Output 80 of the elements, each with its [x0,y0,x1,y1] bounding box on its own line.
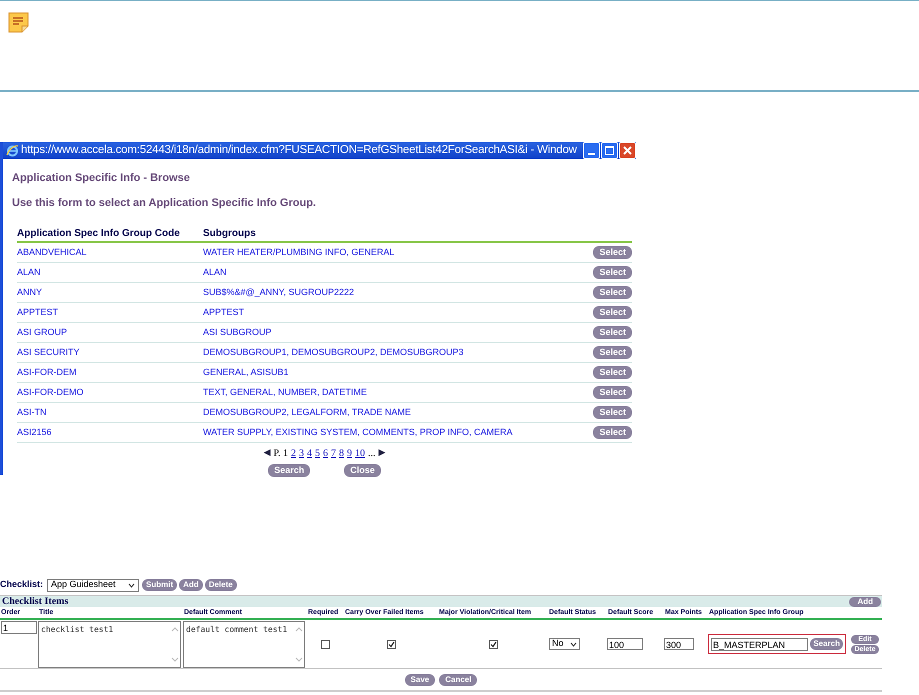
code-link[interactable]: APPTEST [17,306,203,320]
current-page: P. 1 [274,447,288,462]
window-title: https://www.accela.com:52443/i18n/admin/index.cfm?FUSEACTION=RefGSheetList42ForSearchASI&i - Window [21,143,578,158]
select-button[interactable]: Select [593,286,632,300]
checkbox[interactable] [488,640,498,648]
browser-icon [6,144,19,158]
comment-textarea[interactable]: default comment test1 [183,621,305,668]
subgroups-link[interactable]: WATER SUPPLY, EXISTING SYSTEM, COMMENTS, PROP INFO, CAMERA [203,426,594,440]
select-button[interactable]: Select [593,266,632,280]
column-header: Subgroups [203,227,256,242]
next-page-arrow[interactable]: ▶ [378,447,386,460]
code-link[interactable]: ASI-FOR-DEMO [17,386,203,400]
select-button[interactable]: Select [593,346,632,360]
save-button[interactable]: Save [404,674,436,686]
chevron-icon [128,582,136,588]
select-button[interactable]: Select [593,426,632,440]
search-button[interactable]: Search [810,638,843,650]
code-link[interactable]: ANNY [17,286,203,300]
code-link[interactable]: ASI GROUP [17,326,203,340]
ellipsis-text: ... [368,447,376,462]
chevron-icon [570,642,577,646]
page-link[interactable]: 8 [338,446,344,462]
minimize-button[interactable] [583,142,600,160]
add-button[interactable]: Add [179,579,203,591]
select-button[interactable]: Select [593,246,632,260]
subgroups-link[interactable]: ASI SUBGROUP [203,326,594,340]
note-icon [8,12,29,33]
code-link[interactable]: ASI-FOR-DEM [17,366,203,380]
code-link[interactable]: ASI SECURITY [17,346,203,360]
page-link[interactable]: 4 [306,446,312,462]
page-link[interactable]: 7 [330,446,336,462]
score-field[interactable]: 100 [607,638,643,650]
code-link[interactable]: ABANDVEHICAL [17,246,203,260]
max-points-field[interactable]: 300 [664,638,694,650]
column-header: Application Spec Info Group Code [17,227,181,242]
title-textarea[interactable]: checklist test1 [38,621,181,668]
code-link[interactable]: ASI2156 [17,426,203,440]
select-button[interactable]: Select [593,406,632,420]
subgroups-link[interactable]: WATER HEATER/PLUMBING INFO, GENERAL [203,246,594,260]
add-button[interactable]: Add [849,596,881,606]
maximize-icon [605,146,614,156]
checklist-dropdown[interactable]: App Guidesheet [47,578,140,592]
select-button[interactable]: Select [593,306,632,320]
code-link[interactable]: ASI-TN [17,406,203,420]
subgroups-link[interactable]: DEMOSUBGROUP2, LEGALFORM, TRADE NAME [203,406,594,420]
status-dropdown[interactable]: No [549,638,580,650]
page-link[interactable]: 6 [322,446,328,462]
page-link[interactable]: 9 [346,446,352,462]
page-link[interactable]: 2 [290,446,296,462]
subgroups-link[interactable]: APPTEST [203,306,594,320]
subgroups-link[interactable]: DEMOSUBGROUP1, DEMOSUBGROUP2, DEMOSUBGROUP3 [203,346,594,360]
subgroups-link[interactable]: SUB$%&#@_ANNY, SUGROUP2222 [203,286,594,300]
page-heading: Application Specific Info - Browse [12,171,191,186]
close-icon [623,146,632,156]
close-button[interactable] [619,142,636,160]
subgroups-link[interactable]: GENERAL, ASISUB1 [203,366,594,380]
checklist-label: Checklist: [0,578,44,592]
code-link[interactable]: ALAN [17,266,203,280]
subgroups-link[interactable]: TEXT, GENERAL, NUMBER, DATETIME [203,386,594,400]
order-field[interactable]: 1 [1,621,37,634]
select-button[interactable]: Select [593,366,632,380]
instruction-text: Use this form to select an Application Specific Info Group. [12,196,317,211]
checkbox[interactable] [386,640,396,648]
page-link[interactable]: 3 [298,446,304,462]
delete-button[interactable]: Delete [204,579,237,591]
page-link[interactable]: 10 [354,446,365,462]
section-title: Checklist Items [2,595,68,608]
minimize-icon [588,153,595,156]
select-button[interactable]: Select [593,386,632,400]
page-link[interactable]: 5 [314,446,320,462]
cancel-button[interactable]: Cancel [439,674,478,686]
search-button[interactable]: Search [268,464,310,478]
select-button[interactable]: Select [593,326,632,340]
submit-button[interactable]: Submit [142,579,178,591]
previous-page-arrow[interactable]: ◀ [264,447,271,460]
asi-group-field[interactable]: B_MASTERPLAN [711,638,808,650]
subgroups-link[interactable]: ALAN [203,266,594,280]
checkbox[interactable] [321,640,330,648]
close-button[interactable]: Close [344,464,381,478]
maximize-button[interactable] [601,142,618,160]
